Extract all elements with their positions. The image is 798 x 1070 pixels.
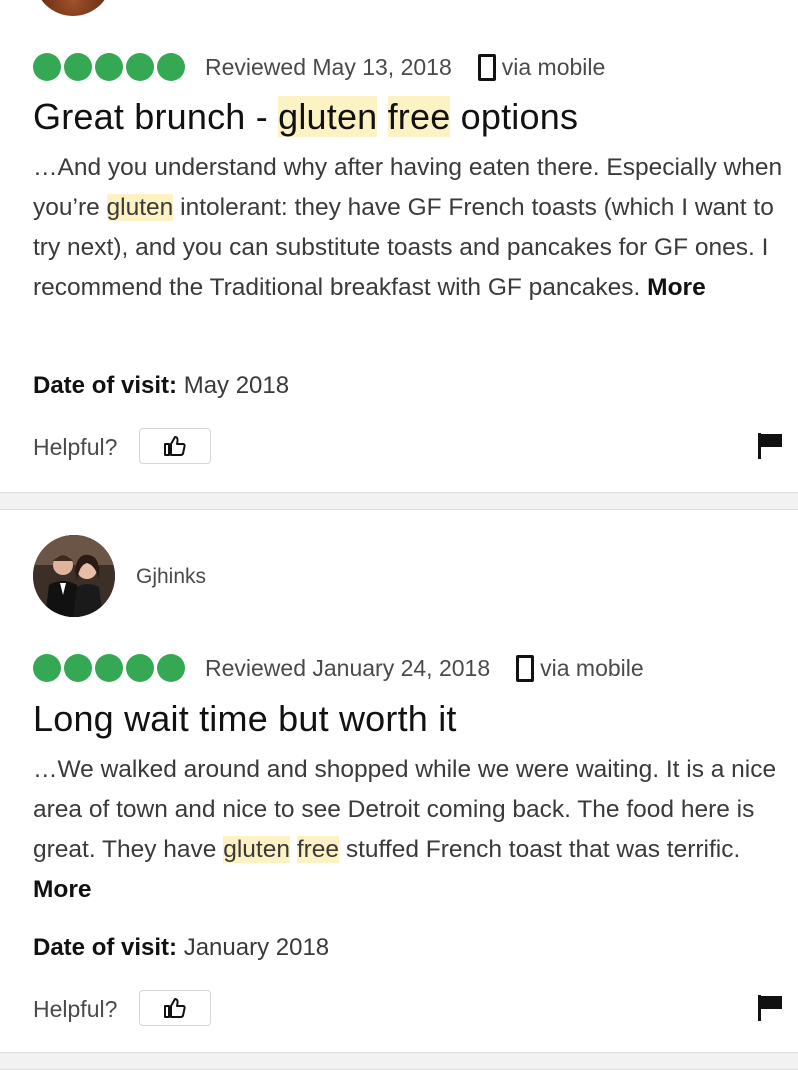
via-mobile-label: via mobile [540,654,644,681]
rating-bubbles [33,53,185,81]
reviewer-username[interactable]: Gjhinks [136,565,206,589]
review-title[interactable]: Long wait time but worth it [33,698,457,740]
reviewer-avatar[interactable] [33,535,115,617]
flag-icon[interactable] [757,994,783,1022]
rating-bubble-icon [126,53,154,81]
helpful-label: Helpful? [33,996,118,1022]
rating-bubble-icon [64,654,92,682]
rating-bubble-icon [33,53,61,81]
more-link[interactable]: More [33,876,92,903]
date-of-visit: Date of visit: May 2018 [33,372,289,400]
review-date: Reviewed May 13, 2018 [205,53,452,80]
phone-icon [516,654,535,682]
rating-bubble-icon [157,654,185,682]
rating-bubble-icon [64,53,92,81]
date-of-visit-label: Date of visit: [33,372,178,399]
review-body: …We walked around and shopped while we w… [33,750,793,910]
helpful-label: Helpful? [33,434,118,460]
rating-bubble-icon [33,654,61,682]
review-title-text: Great brunch - [33,96,279,137]
date-of-visit-value: May 2018 [177,372,290,399]
phone-icon [477,53,496,81]
highlight-keyword: gluten [106,194,174,221]
rating-bubble-icon [126,654,154,682]
highlight-keyword: free [296,836,340,863]
helpful-button[interactable] [139,428,211,464]
review-body-text: stuffed French toast that was terrific. [339,836,741,863]
thumbs-up-icon [164,436,186,456]
review-title[interactable]: Great brunch - gluten free options [33,96,578,138]
rating-row: Reviewed January 24, 2018 via mobile [33,653,644,683]
date-of-visit-label: Date of visit: [33,934,178,961]
highlight-keyword: gluten [223,836,290,863]
helpful-button[interactable] [139,990,211,1026]
rating-bubbles [33,654,185,682]
review-divider [0,1052,798,1070]
rating-bubble-icon [95,654,123,682]
date-of-visit: Date of visit: January 2018 [33,934,329,962]
flag-icon[interactable] [757,432,783,460]
review-body: …And you understand why after having eat… [33,148,793,308]
date-of-visit-value: January 2018 [177,934,330,961]
rating-bubble-icon [95,53,123,81]
avatar-photo [33,535,115,617]
review-date: Reviewed January 24, 2018 [205,654,491,681]
rating-bubble-icon [157,53,185,81]
rating-row: Reviewed May 13, 2018 via mobile [33,52,605,82]
review-title-text: options [450,96,579,137]
highlight-keyword: free [387,96,451,137]
highlight-keyword: gluten [278,96,378,137]
previous-reviewer-avatar[interactable] [34,0,112,16]
more-link[interactable]: More [647,274,706,301]
thumbs-up-icon [164,998,186,1018]
via-mobile-label: via mobile [501,53,606,80]
review-divider [0,492,798,510]
